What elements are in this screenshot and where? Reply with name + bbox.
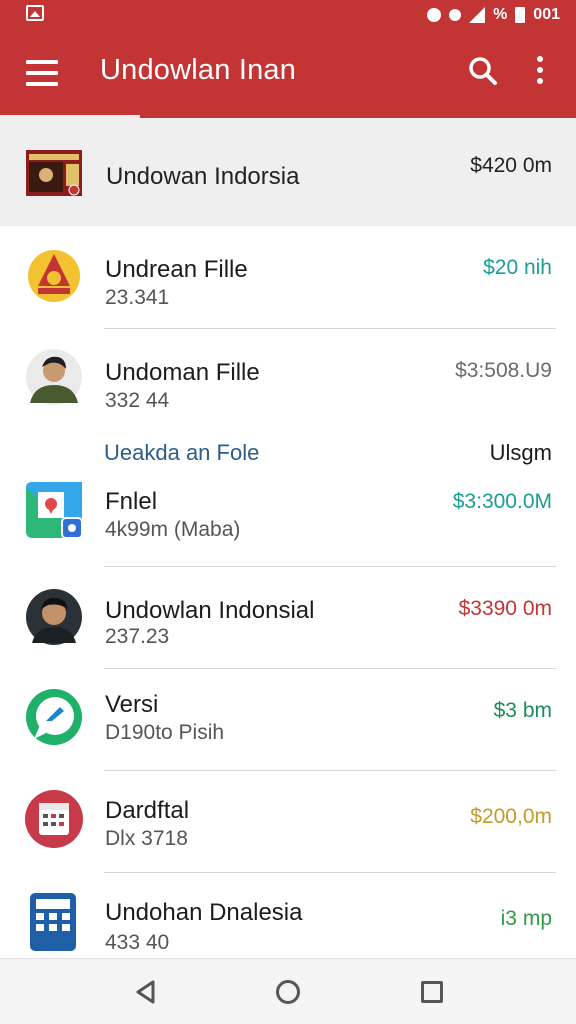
battery-percent: % <box>493 6 508 23</box>
featured-thumbnail <box>26 150 82 196</box>
list-item[interactable]: Undohan Dnalesia 433 40 i3 mp <box>0 873 576 958</box>
alarm-icon <box>427 8 442 22</box>
recent-apps-icon[interactable] <box>421 981 443 1003</box>
item-sub: 332 44 <box>105 389 170 412</box>
item-price: $3:508.U9 <box>455 359 552 382</box>
item-name: Fnlel <box>105 488 158 515</box>
back-icon[interactable] <box>134 979 156 1005</box>
calculator-icon <box>30 893 76 951</box>
list-item[interactable]: Undrean Fille 23.341 $20 nih <box>0 226 576 328</box>
list-item[interactable]: Undoman Fille 332 44 $3:508.U9 <box>0 329 576 434</box>
more-options-icon[interactable] <box>530 56 550 88</box>
item-sub: Dlx 3718 <box>105 827 188 850</box>
item-name: Undoman Fille <box>105 359 260 386</box>
emblem-icon <box>28 250 80 302</box>
item-sub: 237.23 <box>105 625 170 648</box>
featured-name: Undowan Indorsia <box>106 163 300 190</box>
item-sub: 4k99m (Maba) <box>105 518 241 541</box>
item-name: Dardftal <box>105 797 190 824</box>
item-sub: D190to Pisih <box>105 721 225 744</box>
item-sub: 433 40 <box>105 931 170 954</box>
signal-icon <box>469 7 486 23</box>
item-price: $3390 0m <box>458 597 552 620</box>
calendar-icon <box>25 790 83 848</box>
featured-price: $420 0m <box>470 154 552 177</box>
page-title: Undowlan Inan <box>100 54 297 86</box>
status-time: 001 <box>533 6 560 23</box>
featured-item[interactable]: Undowan Indorsia $420 0m <box>0 118 576 226</box>
menu-icon[interactable] <box>26 60 58 86</box>
list-item[interactable]: Dardftal Dlx 3718 $200,0m <box>0 771 576 873</box>
home-icon[interactable] <box>276 980 300 1004</box>
item-name: Undrean Fille <box>105 256 248 283</box>
avatar <box>26 349 82 405</box>
item-sub: 23.341 <box>105 286 170 309</box>
system-nav-bar <box>0 958 576 1024</box>
gallery-notification-icon <box>26 5 44 21</box>
section-header: Ueakda an Fole <box>104 440 260 465</box>
search-icon[interactable] <box>468 56 498 86</box>
item-price: $20 nih <box>483 256 552 279</box>
avatar <box>26 589 82 645</box>
list-item[interactable]: Versi D190to Pisih $3 bm <box>0 669 576 771</box>
item-price: $3:300.0M <box>452 490 552 513</box>
section-header-right: Ulsgm <box>489 440 552 465</box>
item-price: $200,0m <box>470 805 552 828</box>
battery-icon <box>515 7 526 23</box>
chat-app-icon <box>26 689 82 745</box>
list-item[interactable]: Undowlan Indonsial 237.23 $3390 0m <box>0 567 576 669</box>
item-price: $3 bm <box>493 699 552 722</box>
app-bar: Undowlan Inan <box>0 30 576 118</box>
item-price: i3 mp <box>500 907 552 930</box>
item-name: Undohan Dnalesia <box>105 899 303 926</box>
status-icons: % 001 <box>427 4 560 26</box>
status-bar: % 001 <box>0 0 576 30</box>
app-icon-maps <box>26 482 83 539</box>
sync-icon <box>449 9 462 21</box>
item-name: Undowlan Indonsial <box>105 597 315 624</box>
list-item[interactable]: Fnlel 4k99m (Maba) $3:300.0M <box>0 466 576 566</box>
item-name: Versi <box>105 691 159 718</box>
